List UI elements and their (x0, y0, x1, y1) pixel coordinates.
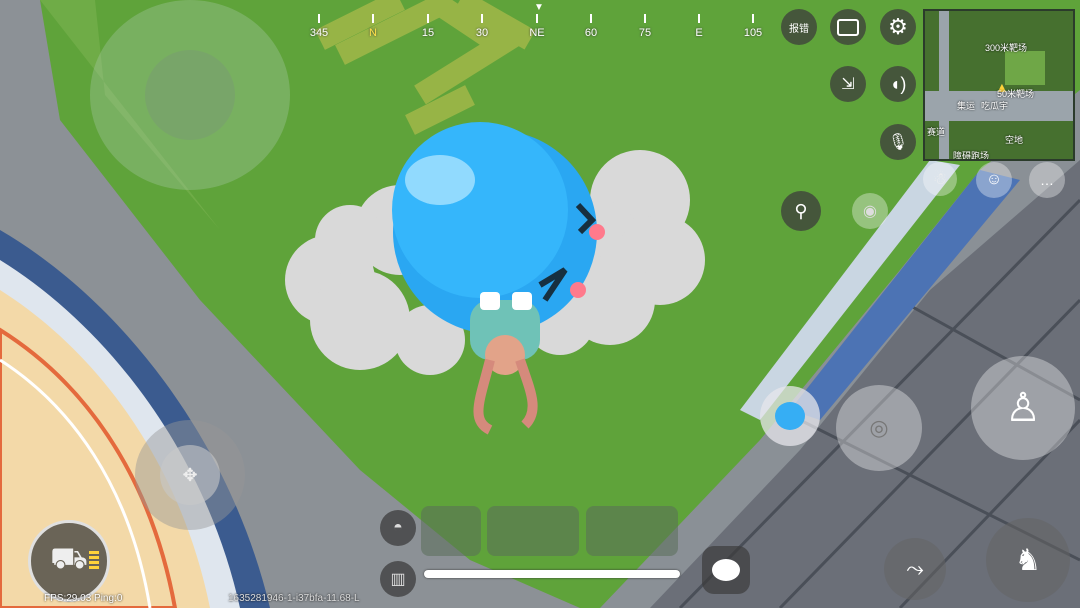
minimap[interactable]: ▲ 300米靶场 50米靶场 集运 吃瓜宇 空地 赛道 障碍跑场 (923, 9, 1075, 161)
compass-tick (536, 14, 538, 23)
item-slot-1[interactable] (421, 506, 481, 556)
ammo-level-icon (89, 551, 99, 569)
compass-label: 30 (475, 27, 489, 39)
compass-tick (372, 14, 374, 23)
compass-label: E (695, 27, 703, 39)
minimap-label: 吃瓜宇 (981, 101, 1009, 111)
vehicle-ability-button[interactable] (760, 386, 820, 446)
crouch-button[interactable]: ♞ (986, 518, 1070, 602)
gear-icon: ⚙ (888, 14, 908, 39)
backpack-icon: ⛟ (50, 542, 88, 575)
camera-joystick-knob[interactable] (145, 50, 235, 140)
compass-label: 105 (743, 27, 763, 39)
minimap-label: 300米靶场 (985, 43, 1028, 53)
vest-slot[interactable]: ▥ (380, 561, 416, 597)
compass-tick (590, 14, 592, 23)
emote-button[interactable]: ☺ (976, 162, 1012, 198)
chat-bubble-icon: … (1040, 172, 1054, 188)
camera-joystick[interactable] (90, 0, 290, 190)
location-pin-icon: ⚲ (794, 200, 808, 221)
microphone-off-icon: 🎙 (887, 134, 909, 151)
report-label: 报错 (789, 23, 809, 35)
minimap-label: 集运 (957, 101, 976, 111)
sound-button[interactable]: ◖) (880, 66, 916, 102)
jump-pose-icon: ♙ (1005, 386, 1041, 430)
compass-tick (318, 14, 320, 23)
jump-button[interactable]: ♙ (971, 356, 1075, 460)
chat-button[interactable]: … (1029, 162, 1065, 198)
exit-vehicle-icon: ⇲ (841, 76, 855, 93)
minimap-label: 空地 (1005, 135, 1024, 145)
speaker-icon: ◖) (889, 73, 907, 94)
movement-joystick[interactable]: ✥ (135, 420, 245, 530)
helmet-icon: ◓ (393, 519, 403, 536)
dpad-icon: ✥ (182, 464, 198, 485)
minimap-label: 赛道 (927, 127, 946, 137)
compass-heading-marker: ▼ (534, 2, 544, 13)
vest-icon: ▥ (390, 571, 406, 588)
compass-label: 75 (638, 27, 652, 39)
health-bar (424, 570, 680, 578)
microphone-button[interactable]: 🎙 (880, 124, 916, 160)
movement-joystick-knob[interactable]: ✥ (160, 445, 220, 505)
fps-readout: FPS:29.03 Ping:0 (44, 593, 123, 604)
compass-tick (698, 14, 700, 23)
speech-bubble-icon (712, 559, 740, 581)
ghost-character-button[interactable]: ☃ (923, 162, 957, 196)
compass-tick (427, 14, 429, 23)
location-button[interactable]: ⚲ (781, 191, 821, 231)
compass-label: 60 (584, 27, 598, 39)
prone-button[interactable]: ⤳ (884, 538, 946, 600)
prone-pose-icon: ⤳ (906, 556, 924, 581)
compass-label: 345 (309, 27, 329, 39)
view-toggle-button[interactable]: ◉ (852, 193, 888, 229)
camera-button[interactable] (830, 9, 866, 45)
fire-joystick[interactable]: ◎ (836, 385, 922, 471)
compass-tick (481, 14, 483, 23)
backpack-button[interactable]: ⛟ (28, 520, 110, 602)
compass-label: N (369, 27, 377, 39)
person-icon: ☃ (932, 171, 948, 188)
camera-icon (837, 18, 859, 36)
crosshair-icon: ◎ (869, 415, 889, 440)
helmet-slot[interactable]: ◓ (380, 510, 416, 546)
minimap-label: 障碍跑场 (953, 151, 990, 161)
exit-vehicle-button[interactable]: ⇲ (830, 66, 866, 102)
balloon-slime-icon (775, 402, 805, 430)
report-button[interactable]: 报错 (781, 9, 817, 45)
compass-tick (752, 14, 754, 23)
compass-label: 15 (421, 27, 435, 39)
eye-icon: ◉ (863, 203, 877, 220)
compass-label: NE (529, 27, 545, 39)
settings-button[interactable]: ⚙ (880, 9, 916, 45)
item-slot-2[interactable] (487, 506, 579, 556)
build-id: 1635281946-1-i37bfa-11.68-L (228, 593, 360, 604)
quick-message-button[interactable] (702, 546, 750, 594)
minimap-field (1005, 51, 1045, 85)
crouch-pose-icon: ♞ (1014, 543, 1042, 577)
compass-tick (644, 14, 646, 23)
character-face-icon: ☺ (985, 171, 1003, 188)
item-slot-3[interactable] (586, 506, 678, 556)
